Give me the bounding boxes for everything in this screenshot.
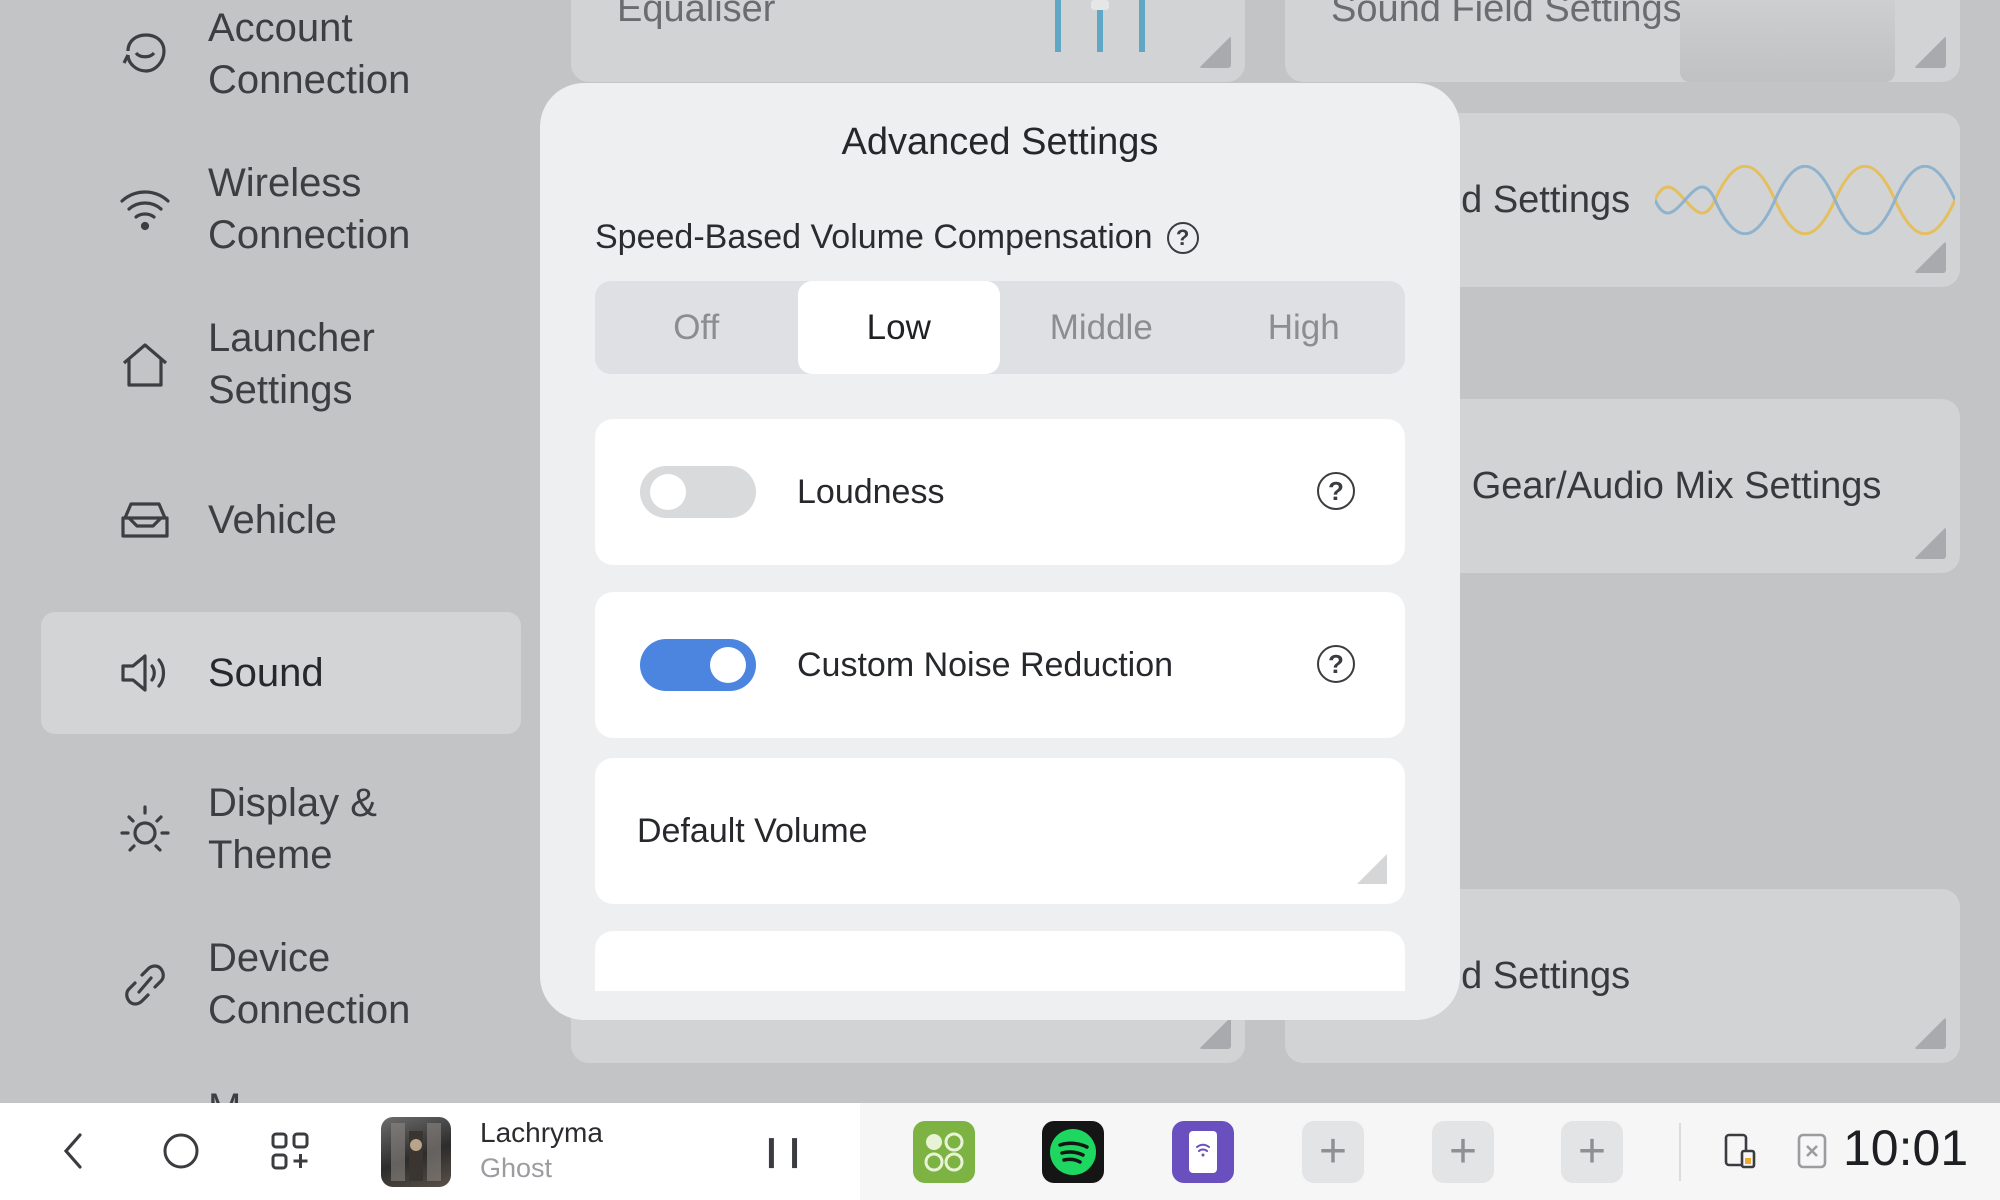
gear-audio-mix-card-label: e Gear/Audio Mix Settings — [1440, 465, 1882, 507]
clock: 10:01 — [1843, 1120, 1969, 1176]
advanced-settings-card-lower-label: ed Settings — [1440, 955, 1631, 997]
equaliser-icon — [1055, 0, 1145, 52]
pause-icon[interactable]: ❙❙ — [754, 1123, 810, 1179]
expand-corner-icon — [1914, 1017, 1946, 1049]
loudness-toggle[interactable] — [640, 466, 756, 518]
sidebar-item-label: Vehicle — [208, 498, 337, 542]
car-seats-image — [1680, 0, 1895, 82]
add-shortcut-button[interactable]: + — [1432, 1121, 1494, 1183]
sidebar-item-label: Launcher — [208, 316, 375, 360]
sun-icon — [113, 798, 177, 862]
equaliser-card-label: Equaliser — [617, 0, 776, 30]
sidebar-item-wireless-connection[interactable]: Wireless Connection — [41, 155, 521, 265]
next-setting-row-partial[interactable] — [595, 931, 1405, 991]
speed-compensation-segmented-control: Off Low Middle High — [595, 281, 1405, 374]
app-close-icon[interactable] — [1784, 1123, 1840, 1179]
segment-middle[interactable]: Middle — [1000, 281, 1203, 374]
sound-field-card-label: Sound Field Settings — [1331, 0, 1682, 30]
taskbar-right: + + + — [860, 1103, 2000, 1200]
sidebar-item-label: Sound — [208, 651, 324, 695]
dialog-title: Advanced Settings — [841, 121, 1159, 163]
home-circle-icon[interactable] — [153, 1123, 209, 1179]
noise-reduction-toggle[interactable] — [640, 639, 756, 691]
sidebar-item-launcher-settings[interactable]: Launcher Settings — [41, 310, 521, 420]
sidebar-item-label: Wireless — [208, 161, 362, 205]
segment-low[interactable]: Low — [797, 281, 1000, 374]
speed-volume-compensation-label: Speed-Based Volume Compensation ? — [595, 218, 1199, 257]
car-icon — [113, 488, 177, 552]
sound-wave-icon — [1655, 165, 1955, 235]
sidebar-item-vehicle[interactable]: Vehicle — [41, 465, 521, 575]
toggle-knob — [710, 647, 746, 683]
default-volume-label: Default Volume — [637, 811, 868, 850]
help-icon[interactable]: ? — [1166, 221, 1199, 254]
expand-corner-icon — [1914, 527, 1946, 559]
sidebar-item-sound[interactable]: Sound — [41, 612, 521, 734]
sidebar-item-label: Connection — [208, 213, 411, 257]
equaliser-card[interactable]: Equaliser — [571, 0, 1245, 82]
account-icon — [113, 22, 177, 86]
sidebar-item-label: M — [208, 1082, 241, 1103]
add-shortcut-button[interactable]: + — [1561, 1121, 1623, 1183]
section-label-text: Speed-Based Volume Compensation — [595, 218, 1153, 256]
sidebar-item-label: Device — [208, 936, 331, 980]
default-volume-row[interactable]: Default Volume — [595, 758, 1405, 904]
sidebar-item-label: Connection — [208, 988, 411, 1032]
segment-high[interactable]: High — [1203, 281, 1406, 374]
app-launcher-green-icon[interactable] — [913, 1121, 975, 1183]
phone-battery-icon[interactable] — [1712, 1123, 1768, 1179]
sidebar-item-label: Theme — [208, 833, 333, 877]
expand-corner-icon — [1357, 854, 1387, 884]
taskbar-divider — [1679, 1123, 1681, 1181]
noise-reduction-row: Custom Noise Reduction ? — [595, 592, 1405, 738]
expand-corner-icon — [1914, 36, 1946, 68]
taskbar: Lachryma Ghost ❙❙ + + + 10:01 — [0, 1103, 2000, 1200]
expand-corner-icon — [1914, 241, 1946, 273]
noise-reduction-label: Custom Noise Reduction — [797, 645, 1174, 684]
help-icon[interactable]: ? — [1317, 645, 1355, 683]
sidebar-item-label: Display & — [208, 781, 377, 825]
wifi-icon — [113, 178, 177, 242]
add-shortcut-button[interactable]: + — [1302, 1121, 1364, 1183]
help-icon[interactable]: ? — [1317, 472, 1355, 510]
sound-field-card[interactable]: Sound Field Settings — [1285, 0, 1960, 82]
now-playing-title: Lachryma — [480, 1117, 603, 1148]
album-art[interactable] — [381, 1117, 451, 1187]
speaker-icon — [113, 641, 177, 705]
sidebar-item-label: Connection — [208, 58, 411, 102]
segment-off[interactable]: Off — [595, 281, 798, 374]
advanced-settings-dialog: Advanced Settings Speed-Based Volume Com… — [540, 83, 1460, 1020]
back-icon[interactable] — [45, 1123, 101, 1179]
now-playing-artist: Ghost — [480, 1153, 553, 1183]
sidebar-item-device-connection[interactable]: Device Connection — [41, 930, 521, 1040]
expand-corner-icon — [1199, 1017, 1231, 1049]
sidebar-item-label: Settings — [208, 368, 353, 412]
toggle-knob — [650, 474, 686, 510]
app-grid-icon[interactable] — [262, 1123, 318, 1179]
sidebar-item-display-theme[interactable]: Display & Theme — [41, 775, 521, 885]
expand-corner-icon — [1199, 36, 1231, 68]
wireless-app-icon[interactable] — [1172, 1121, 1234, 1183]
sidebar-item-label: Account — [208, 6, 353, 50]
spotify-icon[interactable] — [1042, 1121, 1104, 1183]
loudness-row: Loudness ? — [595, 419, 1405, 565]
sidebar-item-more[interactable]: M — [41, 1082, 521, 1103]
link-icon — [113, 953, 177, 1017]
advanced-settings-card-label: ed Settings — [1440, 179, 1631, 221]
taskbar-left: Lachryma Ghost ❙❙ — [0, 1103, 860, 1200]
loudness-label: Loudness — [797, 472, 945, 511]
sidebar-item-account-connection[interactable]: Account Connection — [41, 0, 521, 110]
home-icon — [113, 333, 177, 397]
